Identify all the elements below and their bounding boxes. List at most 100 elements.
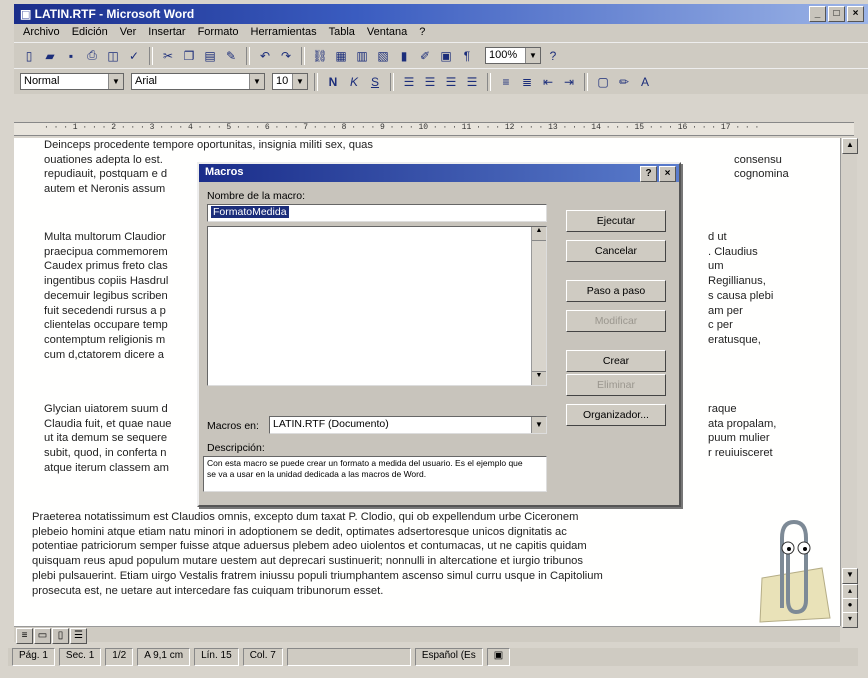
style-value: Normal xyxy=(24,75,60,87)
font-select[interactable]: Arial ▼ xyxy=(131,73,265,90)
macros-in-select[interactable]: LATIN.RTF (Documento) ▼ xyxy=(269,416,547,434)
align-right-icon[interactable]: ☰ xyxy=(442,73,460,91)
spelling-icon[interactable]: ✓ xyxy=(125,47,143,65)
help-icon[interactable]: ? xyxy=(640,166,657,182)
macro-list-scrollbar[interactable]: ▲ ▼ xyxy=(531,227,546,385)
insert-table-icon[interactable]: ▥ xyxy=(353,47,371,65)
macros-dialog: Macros ? × Nombre de la macro: FormatoMe… xyxy=(197,162,681,507)
toolbar-separator xyxy=(301,46,305,65)
status-position: A 9,1 cm xyxy=(137,648,191,666)
bullets-icon[interactable]: ≣ xyxy=(518,73,536,91)
close-button[interactable]: × xyxy=(847,6,864,22)
open-folder-icon[interactable]: ▰ xyxy=(41,47,59,65)
chevron-down-icon: ▼ xyxy=(525,48,540,63)
undo-icon[interactable]: ↶ xyxy=(256,47,274,65)
print-icon[interactable]: ⎙ xyxy=(83,47,101,65)
dialog-title-bar[interactable]: Macros ? × xyxy=(199,164,679,182)
next-page-icon[interactable]: ▾ xyxy=(842,612,858,628)
toolbar-separator xyxy=(314,72,318,91)
text-line: quisquam reus apud populum mutare uestem… xyxy=(32,555,583,568)
close-icon[interactable]: × xyxy=(659,166,676,182)
status-page: Pág. 1 xyxy=(12,648,55,666)
font-color-icon[interactable]: A xyxy=(636,73,654,91)
scroll-up-icon[interactable]: ▲ xyxy=(842,138,858,154)
document-map-icon[interactable]: ▣ xyxy=(437,47,455,65)
office-assistant-icon[interactable]: ? xyxy=(544,47,562,65)
cancel-button[interactable]: Cancelar xyxy=(566,240,666,262)
toolbar-separator xyxy=(487,72,491,91)
toolbar-separator xyxy=(246,46,250,65)
horizontal-ruler[interactable]: · · · 1 · · · 2 · · · 3 · · · 4 · · · 5 … xyxy=(14,122,854,136)
menu-help[interactable]: ? xyxy=(418,26,426,40)
create-button[interactable]: Crear xyxy=(566,350,666,372)
show-hide-icon[interactable]: ¶ xyxy=(458,47,476,65)
highlight-icon[interactable]: ✏ xyxy=(615,73,633,91)
chevron-down-icon: ▼ xyxy=(531,417,546,433)
paste-icon[interactable]: ▤ xyxy=(201,47,219,65)
toolbar-separator xyxy=(584,72,588,91)
minimize-button[interactable]: _ xyxy=(809,6,826,22)
scroll-up-icon[interactable]: ▲ xyxy=(532,227,546,241)
menu-tabla[interactable]: Tabla xyxy=(328,26,356,40)
style-select[interactable]: Normal ▼ xyxy=(20,73,124,90)
font-size-select[interactable]: 10 ▼ xyxy=(272,73,308,90)
increase-indent-icon[interactable]: ⇥ xyxy=(560,73,578,91)
menu-archivo[interactable]: Archivo xyxy=(22,26,61,40)
menu-herramientas[interactable]: Herramientas xyxy=(250,26,318,40)
italic-button[interactable]: K xyxy=(345,73,363,91)
new-document-icon[interactable]: ▯ xyxy=(20,47,38,65)
redo-icon[interactable]: ↷ xyxy=(277,47,295,65)
text-line: Praeterea notatissimum est Claudios omni… xyxy=(32,511,579,523)
edit-button[interactable]: Modificar xyxy=(566,310,666,332)
macro-list[interactable]: ▲ ▼ xyxy=(207,226,547,386)
insert-excel-icon[interactable]: ▧ xyxy=(374,47,392,65)
align-left-icon[interactable]: ☰ xyxy=(400,73,418,91)
print-preview-icon[interactable]: ◫ xyxy=(104,47,122,65)
numbering-icon[interactable]: ≡ xyxy=(497,73,515,91)
zoom-select[interactable]: 100% ▼ xyxy=(485,47,541,64)
office-assistant-clippy[interactable] xyxy=(752,508,832,624)
organizer-button[interactable]: Organizador... xyxy=(566,404,666,426)
format-painter-icon[interactable]: ✎ xyxy=(222,47,240,65)
justify-icon[interactable]: ☰ xyxy=(463,73,481,91)
scroll-down-icon[interactable]: ▼ xyxy=(842,568,858,584)
chevron-down-icon: ▼ xyxy=(249,74,264,89)
step-into-button[interactable]: Paso a paso xyxy=(566,280,666,302)
menu-edicion[interactable]: Edición xyxy=(71,26,109,40)
web-layout-icon[interactable]: ▭ xyxy=(34,628,51,644)
status-line: Lín. 15 xyxy=(194,648,239,666)
outline-view-icon[interactable]: ☰ xyxy=(70,628,87,644)
maximize-button[interactable]: □ xyxy=(828,6,845,22)
dialog-title: Macros xyxy=(205,166,244,178)
columns-icon[interactable]: ▮ xyxy=(395,47,413,65)
menu-insertar[interactable]: Insertar xyxy=(147,26,186,40)
scroll-down-icon[interactable]: ▼ xyxy=(532,371,546,385)
word-app-icon: ▣ xyxy=(20,7,35,21)
text-line: plebi pulsauerint. Etiam uirgo Vestalis … xyxy=(32,569,603,582)
macro-name-label: Nombre de la macro: xyxy=(207,190,306,202)
vertical-scrollbar[interactable]: ▲ ▼ ▴ ● ▾ xyxy=(840,138,858,628)
hyperlink-icon[interactable]: ⛓ xyxy=(311,47,329,65)
horizontal-scrollbar[interactable]: ≡ ▭ ▯ ☰ xyxy=(14,626,840,644)
spelling-status-icon[interactable]: ▣ xyxy=(486,648,511,666)
tables-borders-icon[interactable]: ▦ xyxy=(332,47,350,65)
text-line: plebeio homini atque etiam natu minori i… xyxy=(32,525,567,538)
bold-button[interactable]: N xyxy=(324,73,342,91)
menu-ventana[interactable]: Ventana xyxy=(366,26,408,40)
cut-icon[interactable]: ✂ xyxy=(159,47,177,65)
underline-button[interactable]: S xyxy=(366,73,384,91)
window-title-bar[interactable]: ▣ LATIN.RTF - Microsoft Word _ □ × xyxy=(14,4,868,24)
run-button[interactable]: Ejecutar xyxy=(566,210,666,232)
border-icon[interactable]: ▢ xyxy=(594,73,612,91)
drawing-icon[interactable]: ✐ xyxy=(416,47,434,65)
menu-ver[interactable]: Ver xyxy=(119,26,138,40)
copy-icon[interactable]: ❐ xyxy=(180,47,198,65)
align-center-icon[interactable]: ☰ xyxy=(421,73,439,91)
save-icon[interactable]: ▪ xyxy=(62,47,80,65)
delete-button[interactable]: Eliminar xyxy=(566,374,666,396)
macro-name-input[interactable]: FormatoMedida xyxy=(207,204,547,222)
decrease-indent-icon[interactable]: ⇤ xyxy=(539,73,557,91)
print-layout-icon[interactable]: ▯ xyxy=(52,628,69,644)
menu-formato[interactable]: Formato xyxy=(197,26,240,40)
normal-view-icon[interactable]: ≡ xyxy=(16,628,33,644)
